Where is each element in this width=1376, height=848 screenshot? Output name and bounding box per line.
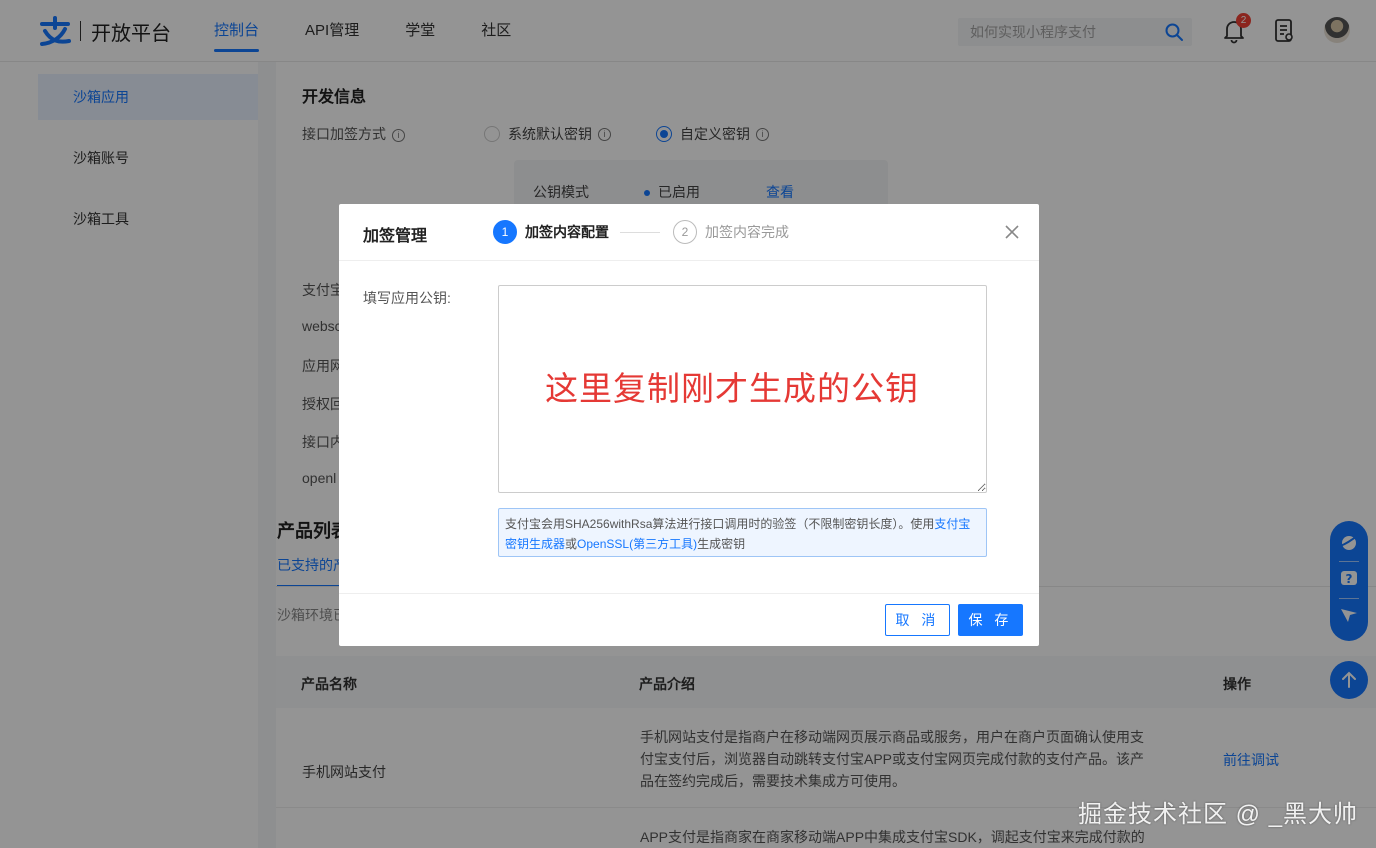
sign-management-modal: 加签管理 1 加签内容配置 2 加签内容完成 填写应用公钥: 这里复制刚才生成的… [339,204,1039,646]
tip-prefix: 支付宝会用SHA256withRsa算法进行接口调用时的验签（不限制密钥长度）。… [505,517,935,531]
step-1: 1 加签内容配置 [493,220,609,244]
modal-header: 加签管理 1 加签内容配置 2 加签内容完成 [339,204,1039,261]
watermark-text: 掘金技术社区 @ _黑大帅 [1078,801,1359,828]
modal-title: 加签管理 [363,228,428,245]
save-button[interactable]: 保 存 [958,604,1023,636]
step-2-number: 2 [673,220,697,244]
tip-suffix: 生成密钥 [697,537,746,551]
step-2: 2 加签内容完成 [673,220,789,244]
tip-mid: 或 [565,537,578,551]
public-key-textarea[interactable] [498,285,987,493]
openssl-link[interactable]: OpenSSL(第三方工具) [577,537,697,551]
step-1-number: 1 [493,220,517,244]
key-tip-box: 支付宝会用SHA256withRsa算法进行接口调用时的验签（不限制密钥长度）。… [498,508,987,557]
step-connector [620,232,660,233]
close-icon[interactable] [1003,223,1021,241]
cancel-button[interactable]: 取 消 [885,604,950,636]
public-key-field-label: 填写应用公钥: [363,290,451,306]
step-1-label: 加签内容配置 [525,224,609,240]
step-2-label: 加签内容完成 [705,224,789,240]
modal-footer-divider [339,593,1039,594]
